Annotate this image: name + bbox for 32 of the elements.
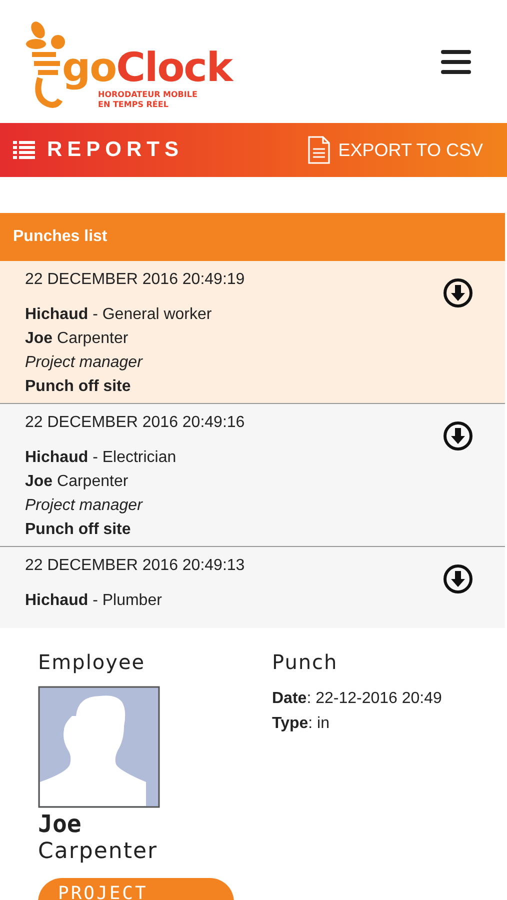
punch-detail-field: Type: in [272, 711, 442, 736]
punch-location: Punch off site [25, 377, 132, 397]
panel-header: Punches list [0, 213, 505, 261]
download-icon[interactable] [443, 421, 473, 451]
download-icon[interactable] [443, 564, 473, 594]
document-icon [308, 136, 330, 164]
punch-role: Project manager [25, 496, 144, 516]
punch-employee-name: Joe Carpenter [25, 329, 130, 349]
punch-employee-name: Joe Carpenter [25, 472, 130, 492]
punch-role: Project manager [25, 353, 144, 373]
section-heading: Employee [38, 650, 146, 674]
menu-icon[interactable] [441, 50, 471, 74]
logo-wordmark: goClock [61, 46, 232, 90]
punch-site-trade: Hichaud - General worker [25, 305, 213, 325]
list-icon [13, 141, 35, 159]
download-icon[interactable] [443, 278, 473, 308]
punch-row[interactable]: 22 DECEMBER 2016 20:49:19 Hichaud - General worker Joe Carpenter Project manager Punch off site [0, 261, 505, 404]
punch-detail-field: Date: 22-12-2016 20:49 [272, 686, 442, 711]
punch-site-trade: Hichaud - Plumber [25, 591, 163, 611]
punch-timestamp: 22 DECEMBER 2016 20:49:16 [25, 413, 245, 433]
punch-site-trade: Hichaud - Electrician [25, 448, 178, 468]
punch-location: Punch off site [25, 520, 132, 540]
punch-timestamp: 22 DECEMBER 2016 20:49:19 [25, 270, 245, 290]
employee-first-name: Joe [38, 810, 82, 838]
punch-row[interactable]: 22 DECEMBER 2016 20:49:13 Hichaud - Plumber [0, 547, 505, 628]
logo-tagline: EN TEMPS RÉEL [97, 100, 170, 110]
page-title: REPORTS [47, 138, 184, 162]
employee-last-name: Carpenter [38, 838, 158, 866]
section-heading: Punch [272, 650, 338, 674]
punch-row[interactable]: 22 DECEMBER 2016 20:49:16 Hichaud - Electrician Joe Carpenter Project manager Punch off site [0, 404, 505, 547]
logo-tagline: HORODATEUR MOBILE [98, 90, 198, 100]
punch-timestamp: 22 DECEMBER 2016 20:49:13 [25, 556, 245, 576]
